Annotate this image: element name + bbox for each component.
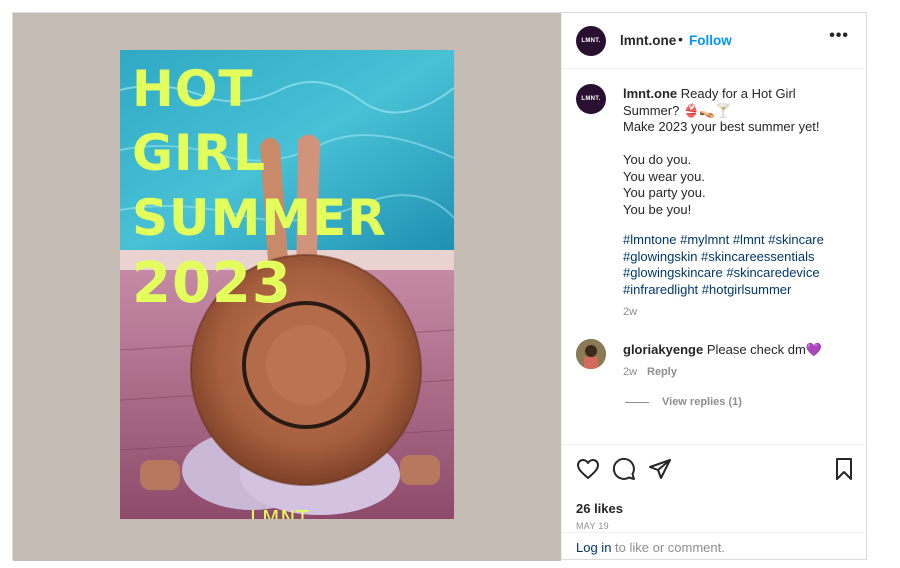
poster-headline-line2: GIRL	[132, 124, 267, 182]
login-link[interactable]: Log in	[576, 540, 611, 555]
media-pane: HOT GIRL SUMMER 2023 LMNT.	[13, 13, 561, 561]
comment-timestamp: 2w	[623, 366, 638, 378]
login-prompt: Log in to like or comment.	[562, 532, 867, 559]
bookmark-icon[interactable]	[832, 457, 856, 486]
action-bar: 26 likes MAY 19	[562, 444, 867, 532]
poster-headline-line1: HOT	[132, 60, 254, 118]
caption-body: Ready for a Hot Girl Summer? 👙👡🍸 Make 20…	[623, 86, 820, 217]
heart-icon[interactable]	[576, 457, 600, 486]
separator-dot: •	[678, 31, 683, 47]
poster-brand-logo: LMNT.	[250, 506, 315, 519]
reply-button[interactable]: Reply	[647, 366, 677, 378]
comment-body: Please check dm💜	[703, 342, 822, 357]
caption-avatar[interactable]: LMNT.	[576, 84, 606, 114]
caption-username[interactable]: lmnt.one	[623, 86, 677, 101]
login-prompt-text: to like or comment.	[611, 540, 725, 555]
commenter-photo	[576, 339, 606, 369]
comments-section: LMNT. lmnt.one Ready for a Hot Girl Summ…	[562, 70, 867, 444]
commenter-avatar[interactable]	[576, 339, 606, 369]
likes-count[interactable]: 26 likes	[576, 501, 623, 516]
comment-icon[interactable]	[612, 457, 636, 486]
poster-headline-line3: SUMMER	[132, 189, 387, 247]
post-image[interactable]: HOT GIRL SUMMER 2023 LMNT.	[120, 50, 454, 519]
post-header: LMNT. lmnt.one • Follow •••	[562, 13, 867, 69]
instagram-post: HOT GIRL SUMMER 2023 LMNT. LMNT. lmnt.on…	[12, 12, 867, 561]
poster-year: 2023	[132, 251, 292, 316]
caption-timestamp: 2w	[623, 306, 638, 318]
more-icon[interactable]: •••	[829, 27, 849, 45]
post-date: MAY 19	[576, 521, 609, 531]
view-replies-button[interactable]: View replies (1)	[662, 396, 742, 408]
post-sidebar: LMNT. lmnt.one • Follow ••• LMNT. lmnt.o…	[561, 13, 867, 559]
view-replies-divider	[625, 402, 649, 403]
share-icon[interactable]	[648, 457, 672, 486]
follow-button[interactable]: Follow	[689, 33, 732, 48]
header-username[interactable]: lmnt.one	[620, 33, 676, 48]
caption-hashtags[interactable]: #lmntone #mylmnt #lmnt #skincare #glowin…	[623, 232, 853, 298]
comment-username[interactable]: gloriakyenge	[623, 342, 703, 357]
avatar[interactable]: LMNT.	[576, 26, 606, 56]
comment-text: gloriakyenge Please check dm💜	[623, 342, 822, 358]
caption-text: lmnt.one Ready for a Hot Girl Summer? 👙👡…	[623, 86, 853, 218]
